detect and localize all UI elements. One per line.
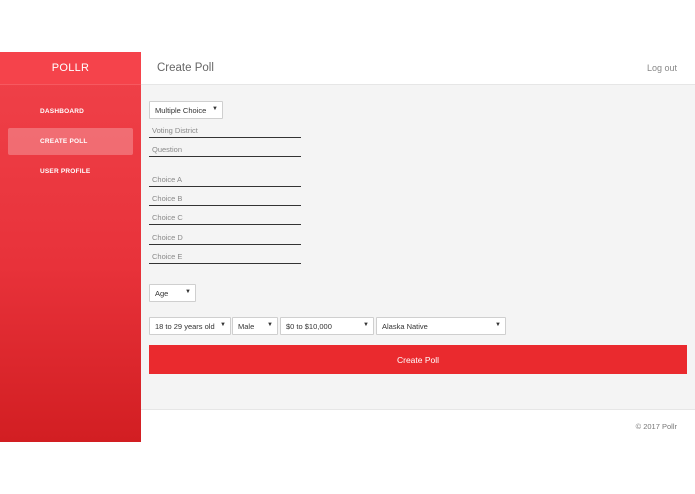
copyright-text: © 2017 Pollr xyxy=(635,421,677,431)
choice-b-input[interactable] xyxy=(149,187,301,206)
sidebar-item-create-poll[interactable]: CREATE POLL xyxy=(8,128,133,155)
voting-district-input[interactable] xyxy=(149,119,301,138)
create-poll-button[interactable]: Create Poll xyxy=(149,345,687,374)
choice-d-input[interactable] xyxy=(149,226,301,245)
chevron-down-icon: ▼ xyxy=(495,322,501,328)
chevron-down-icon: ▼ xyxy=(185,289,191,295)
demographic-select[interactable]: Age ▼ xyxy=(149,284,196,302)
sidebar-item-user-profile[interactable]: USER PROFILE xyxy=(8,158,133,185)
top-header: Create Poll Log out xyxy=(141,52,695,85)
choice-c-input[interactable] xyxy=(149,206,301,225)
footer: © 2017 Pollr xyxy=(141,409,695,442)
sidebar: POLLR DASHBOARD CREATE POLL USER PROFILE xyxy=(0,52,141,442)
ethnicity-value: Alaska Native xyxy=(382,321,428,331)
sidebar-item-dashboard[interactable]: DASHBOARD xyxy=(8,98,133,125)
main-content: Multiple Choice ▼ Age ▼ 18 to 29 years o… xyxy=(141,85,695,409)
question-input[interactable] xyxy=(149,138,301,157)
gender-value: Male xyxy=(238,321,255,331)
ethnicity-select[interactable]: Alaska Native ▼ xyxy=(376,317,506,335)
choice-e-input[interactable] xyxy=(149,245,301,264)
age-range-value: 18 to 29 years old xyxy=(155,321,215,331)
income-value: $0 to $10,000 xyxy=(286,321,332,331)
choice-a-input[interactable] xyxy=(149,168,301,187)
poll-type-select[interactable]: Multiple Choice ▼ xyxy=(149,101,223,119)
sidebar-nav: DASHBOARD CREATE POLL USER PROFILE xyxy=(0,85,141,185)
logout-link[interactable]: Log out xyxy=(647,63,677,73)
chevron-down-icon: ▼ xyxy=(363,322,369,328)
income-select[interactable]: $0 to $10,000 ▼ xyxy=(280,317,374,335)
chevron-down-icon: ▼ xyxy=(220,322,226,328)
poll-type-value: Multiple Choice xyxy=(155,105,207,115)
page-title: Create Poll xyxy=(157,62,214,74)
brand-logo[interactable]: POLLR xyxy=(0,52,141,85)
gender-select[interactable]: Male ▼ xyxy=(232,317,278,335)
age-range-select[interactable]: 18 to 29 years old ▼ xyxy=(149,317,231,335)
chevron-down-icon: ▼ xyxy=(267,322,273,328)
demographic-value: Age xyxy=(155,288,169,298)
chevron-down-icon: ▼ xyxy=(212,106,218,112)
